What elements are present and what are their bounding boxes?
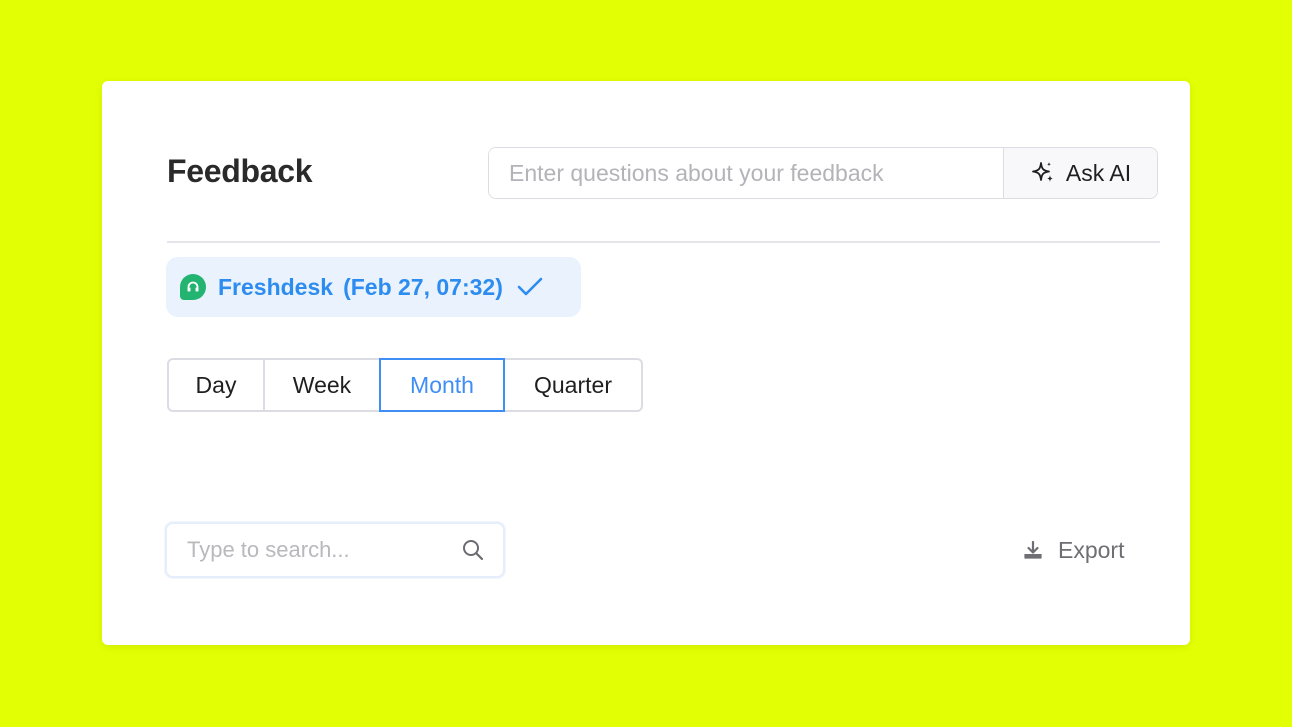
source-chip-freshdesk[interactable]: Freshdesk (Feb 27, 07:32) [166, 257, 581, 317]
source-timestamp: (Feb 27, 07:32) [343, 273, 503, 300]
page-title: Feedback [167, 153, 313, 189]
tab-week[interactable]: Week [263, 358, 381, 412]
ask-ai-bar: Ask AI [488, 147, 1158, 199]
export-button[interactable]: Export [1022, 534, 1124, 566]
check-icon [517, 276, 543, 298]
ask-ai-button[interactable]: Ask AI [1003, 148, 1157, 198]
search-box [165, 522, 505, 578]
tab-quarter[interactable]: Quarter [503, 358, 643, 412]
download-icon [1022, 539, 1044, 561]
sparkle-icon [1030, 160, 1056, 186]
search-input[interactable] [167, 537, 461, 563]
ask-ai-input[interactable] [489, 148, 1003, 198]
period-selector: Day Week Month Quarter [167, 358, 643, 412]
feedback-panel: Feedback Ask AI Freshdesk (Feb 27, 07:32 [102, 81, 1190, 645]
header-divider [167, 241, 1160, 243]
export-label: Export [1058, 536, 1125, 563]
tab-day[interactable]: Day [167, 358, 265, 412]
source-name: Freshdesk [218, 273, 334, 300]
search-icon[interactable] [461, 538, 485, 562]
freshdesk-headset-icon [180, 274, 206, 300]
ask-ai-button-label: Ask AI [1065, 159, 1132, 186]
tab-month[interactable]: Month [379, 358, 505, 412]
